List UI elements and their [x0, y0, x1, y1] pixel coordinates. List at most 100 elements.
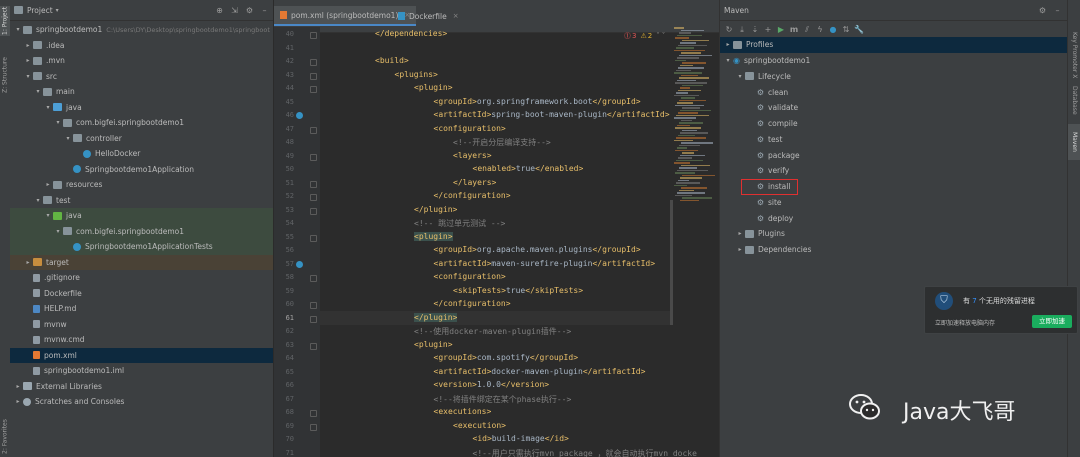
- toggle-offline-icon[interactable]: ⫽: [802, 25, 812, 35]
- chevron-right-icon[interactable]: ▸: [24, 57, 32, 64]
- project-tool-tab[interactable]: 1: Project: [0, 6, 10, 36]
- tree-item[interactable]: .gitignore: [10, 270, 273, 286]
- chevron-right-icon[interactable]: ▸: [24, 42, 32, 49]
- maven-gutter-icon[interactable]: [296, 260, 303, 268]
- tree-item[interactable]: Dockerfile: [10, 286, 273, 302]
- wrench-icon[interactable]: 🔧: [854, 25, 864, 35]
- chevron-right-icon[interactable]: ▸: [44, 181, 52, 188]
- tree-item[interactable]: Springbootdemo1Application: [10, 162, 273, 178]
- fold-marker-icon[interactable]: [310, 86, 317, 93]
- chevron-right-icon[interactable]: ▸: [14, 383, 22, 390]
- maven-tree-item[interactable]: ⚙ clean: [720, 84, 1068, 100]
- maven-tree-item[interactable]: ⚙ test: [720, 132, 1068, 148]
- chevron-down-icon[interactable]: ▾: [44, 212, 52, 219]
- fold-marker-icon[interactable]: [310, 72, 317, 80]
- fold-marker-icon[interactable]: [310, 410, 317, 417]
- structure-tool-tab[interactable]: Z: Structure: [0, 57, 10, 93]
- favorites-tool-tab[interactable]: 2: Favorites: [0, 420, 10, 455]
- execute-goal-icon[interactable]: m: [789, 25, 799, 35]
- error-stripe-minimap[interactable]: [674, 27, 719, 207]
- tree-item[interactable]: HELP.md: [10, 301, 273, 317]
- database-tool-tab[interactable]: Database: [1068, 80, 1080, 120]
- maven-tree-item[interactable]: ⚙ validate: [720, 100, 1068, 116]
- hide-icon[interactable]: –: [1053, 6, 1062, 15]
- chevron-up-icon[interactable]: ˆ: [656, 32, 660, 40]
- chevron-down-icon[interactable]: ▾: [54, 228, 62, 235]
- chevron-right-icon[interactable]: ▸: [724, 41, 732, 48]
- key-promoter-tool-tab[interactable]: Key Promoter X: [1068, 24, 1080, 86]
- maven-tree-item[interactable]: ⚙ package: [720, 147, 1068, 163]
- close-icon[interactable]: ×: [453, 12, 459, 20]
- tree-item[interactable]: mvnw: [10, 317, 273, 333]
- tree-item[interactable]: ▾ src: [10, 69, 273, 85]
- tree-item[interactable]: pom.xml: [10, 347, 273, 363]
- collapse-all-icon[interactable]: ⇲: [230, 6, 239, 15]
- chevron-down-icon[interactable]: ▾: [24, 73, 32, 80]
- chevron-down-icon[interactable]: ▾: [736, 73, 744, 80]
- maven-tool-tab[interactable]: Maven: [1068, 124, 1080, 160]
- fold-marker-icon[interactable]: [310, 342, 317, 350]
- maven-tree-item[interactable]: ⚙ verify: [720, 163, 1068, 179]
- tree-item[interactable]: ▸ target: [10, 254, 273, 270]
- fold-marker-icon[interactable]: [310, 126, 317, 134]
- tree-item[interactable]: ▾ controller: [10, 131, 273, 147]
- chevron-right-icon[interactable]: ▸: [14, 398, 22, 405]
- maven-tree-item[interactable]: ▸ Plugins: [720, 226, 1068, 242]
- fold-marker-icon[interactable]: [310, 302, 317, 309]
- chevron-down-icon[interactable]: ▾: [14, 26, 22, 33]
- tree-item[interactable]: ▾ test: [10, 193, 273, 209]
- vertical-scrollbar[interactable]: [670, 200, 673, 325]
- maven-gutter-icon[interactable]: [296, 112, 303, 119]
- tree-item[interactable]: HelloDocker: [10, 146, 273, 162]
- tree-item[interactable]: ▾ com.bigfei.springbootdemo1: [10, 115, 273, 131]
- tab-dockerfile[interactable]: Dockerfile ×: [392, 6, 465, 26]
- chevron-down-icon[interactable]: ▾: [54, 119, 62, 126]
- chevron-right-icon[interactable]: ▸: [736, 246, 744, 253]
- fold-marker-icon[interactable]: [310, 207, 317, 215]
- chevron-down-icon[interactable]: ▾: [724, 57, 732, 64]
- fold-marker-icon[interactable]: [310, 32, 317, 39]
- maven-tree-item[interactable]: ⚙ deploy: [720, 210, 1068, 226]
- chevron-right-icon[interactable]: ▸: [24, 259, 32, 266]
- inspection-widget[interactable]: ⓵ 3 ⚠ 2 ˆ ˇ: [624, 31, 665, 41]
- show-dependencies-icon[interactable]: ●: [828, 25, 838, 35]
- accelerate-button[interactable]: 立即加速: [1032, 315, 1072, 328]
- collapse-all-icon[interactable]: ⇅: [841, 25, 851, 35]
- maven-tree-item[interactable]: ⚙ compile: [720, 116, 1068, 132]
- fold-marker-icon[interactable]: [310, 423, 317, 431]
- tree-item[interactable]: ▸ External Libraries: [10, 379, 273, 395]
- tree-item[interactable]: ▾ java: [10, 208, 273, 224]
- maven-tree-item[interactable]: ▾ ◉ springbootdemo1: [720, 53, 1068, 69]
- gear-icon[interactable]: ⚙: [245, 6, 254, 15]
- hide-icon[interactable]: –: [260, 6, 269, 15]
- tree-item[interactable]: ▾ springbootdemo1 C:\Users\DY\Desktop\spri…: [10, 22, 273, 38]
- locate-icon[interactable]: ⊕: [215, 6, 224, 15]
- reload-icon[interactable]: ↻: [724, 25, 734, 35]
- fold-marker-icon[interactable]: [310, 194, 317, 201]
- fold-marker-icon[interactable]: [310, 180, 317, 188]
- download-icon[interactable]: ⇣: [750, 25, 760, 35]
- fold-marker-icon[interactable]: [310, 315, 317, 323]
- tree-item[interactable]: ▸ Scratches and Consoles: [10, 394, 273, 410]
- run-icon[interactable]: ▶: [776, 25, 786, 35]
- fold-marker-icon[interactable]: [310, 59, 317, 66]
- project-title[interactable]: Project: [27, 6, 53, 15]
- tree-item[interactable]: ▸ resources: [10, 177, 273, 193]
- skip-tests-icon[interactable]: ϟ: [815, 25, 825, 35]
- tree-item[interactable]: springbootdemo1.iml: [10, 363, 273, 379]
- chevron-down-icon[interactable]: ▾: [64, 135, 72, 142]
- chevron-right-icon[interactable]: ▸: [736, 230, 744, 237]
- chevron-down-icon[interactable]: ˇ: [662, 32, 666, 40]
- fold-marker-icon[interactable]: [310, 275, 317, 282]
- maven-tree-item[interactable]: ▾ Lifecycle: [720, 69, 1068, 85]
- tree-item[interactable]: ▾ main: [10, 84, 273, 100]
- tree-item[interactable]: ▸ .idea: [10, 38, 273, 54]
- chevron-down-icon[interactable]: ▾: [44, 104, 52, 111]
- tree-item[interactable]: mvnw.cmd: [10, 332, 273, 348]
- chevron-down-icon[interactable]: ▾: [34, 197, 42, 204]
- chevron-down-icon[interactable]: ▾: [34, 88, 42, 95]
- maven-tree-item[interactable]: ⚙ site: [720, 195, 1068, 211]
- maven-tree-item[interactable]: ▸ Profiles: [720, 37, 1068, 53]
- fold-marker-icon[interactable]: [310, 234, 317, 242]
- chevron-down-icon[interactable]: ▾: [56, 7, 59, 14]
